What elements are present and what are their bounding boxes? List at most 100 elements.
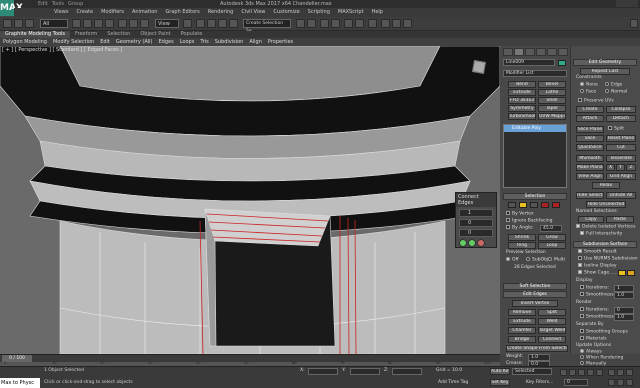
iterations-field[interactable]: 1 (614, 285, 634, 292)
y-coord-field[interactable] (350, 368, 380, 375)
select-object-icon[interactable] (72, 19, 81, 28)
by-vertex-checkbox[interactable]: By Vertex (506, 211, 534, 218)
make-planar-button[interactable]: Make Planar (576, 164, 604, 171)
current-frame-field[interactable]: 0 (564, 379, 588, 386)
hide-selected-button[interactable]: Hide Selected (576, 192, 604, 199)
auto-key-button[interactable]: Auto Key (490, 368, 510, 375)
ring-button[interactable]: Ring (508, 242, 536, 249)
go-end-icon[interactable] (596, 369, 603, 376)
object-color-swatch[interactable] (558, 60, 566, 66)
ribbon-tris[interactable]: Tris (197, 38, 211, 46)
connect-slide-field[interactable]: 0 (459, 229, 493, 237)
remove-button[interactable]: Remove (508, 309, 536, 316)
connect-segments-field[interactable]: 1 (459, 209, 493, 217)
orbit-icon[interactable] (626, 379, 633, 386)
layer-icon[interactable] (320, 19, 329, 28)
paste-button[interactable]: Paste (606, 216, 634, 223)
edit-geometry-header[interactable]: Edit Geometry (573, 59, 637, 66)
viewport-label[interactable]: [ + ] [ Perspective ] [ Standard ] [ Edg… (2, 47, 122, 53)
grid-align-button[interactable]: Grid Align (606, 173, 636, 180)
menu-help[interactable]: Help (368, 8, 387, 17)
spinner-snap-icon[interactable] (229, 19, 238, 28)
rendered-frame-icon[interactable] (392, 19, 401, 28)
modifier-extrude-button[interactable]: Extrude (508, 89, 536, 96)
curve-editor-icon[interactable] (344, 19, 353, 28)
split-edge-button[interactable]: Split (538, 309, 566, 316)
render-icon[interactable] (403, 19, 412, 28)
grow-button[interactable]: Grow (538, 234, 566, 241)
selection-rollout-header[interactable]: Selection (503, 193, 567, 200)
zoom-all-icon[interactable] (617, 369, 624, 376)
go-start-icon[interactable] (560, 369, 567, 376)
create-shape-button[interactable]: Create Shape From Selection (506, 345, 568, 352)
subdivision-surface-header[interactable]: Subdivision Surface (573, 241, 637, 248)
menu-animation[interactable]: Animation (128, 8, 162, 17)
planar-y-button[interactable]: Y (616, 164, 625, 171)
window-controls[interactable] (616, 0, 638, 7)
edge-mode-icon[interactable] (519, 202, 527, 208)
tab-populate[interactable]: Populate (176, 31, 208, 38)
cancel-icon[interactable] (477, 239, 485, 247)
constraint-normal-radio[interactable]: Normal (605, 89, 627, 96)
reset-plane-button[interactable]: Reset Plane (606, 135, 636, 142)
stack-item-editable-poly[interactable]: Editable Poly (504, 125, 566, 132)
target-weld-button[interactable]: Target Weld (538, 327, 566, 334)
ribbon-icon[interactable] (331, 19, 340, 28)
soft-selection-header[interactable]: Soft Selection (503, 283, 567, 290)
render-iterations-checkbox[interactable]: Iterations: (580, 307, 609, 314)
menu-graph-editors[interactable]: Graph Editors (161, 8, 203, 17)
split-checkbox[interactable]: Split (608, 126, 624, 133)
title-menu-tools[interactable]: Tools (52, 1, 64, 7)
shrink-button[interactable]: Shrink (508, 234, 536, 241)
bridge-button[interactable]: Bridge (508, 336, 536, 343)
x-coord-field[interactable] (308, 368, 338, 375)
slice-plane-button[interactable]: Slice Plane (576, 126, 604, 133)
menu-maxscript[interactable]: MAXScript (334, 8, 368, 17)
msmooth-button[interactable]: MSmooth (576, 155, 604, 162)
collapse-button[interactable]: Collapse (606, 106, 636, 113)
zoom-icon[interactable] (608, 369, 615, 376)
object-name-field[interactable]: Line009 (503, 59, 555, 66)
zoom-extents-icon[interactable] (626, 369, 633, 376)
window-crossing-icon[interactable] (105, 19, 114, 28)
use-nurms-checkbox[interactable]: Use NURMS Subdivision (578, 256, 638, 263)
isoline-display-checkbox[interactable]: Isoline Display (578, 263, 617, 270)
smoothing-groups-checkbox[interactable]: Smoothing Groups (580, 329, 628, 336)
tab-graphite-modeling[interactable]: Graphite Modeling Tools (0, 31, 71, 38)
render-setup-icon[interactable] (381, 19, 390, 28)
polygon-mode-icon[interactable] (541, 202, 549, 208)
full-interactivity-checkbox[interactable]: Full Interactivity (580, 231, 622, 238)
selection-filter-dropdown[interactable]: All (40, 19, 68, 28)
undo-icon[interactable] (3, 19, 12, 28)
chamfer-button[interactable]: Chamfer (508, 327, 536, 334)
add-time-tag[interactable]: Add Time Tag (438, 380, 468, 386)
named-selection-dropdown[interactable]: Create Selection Se (243, 19, 291, 34)
time-slider[interactable]: 0 / 100 (0, 354, 500, 362)
ignore-backfacing-checkbox[interactable]: Ignore Backfacing (506, 218, 552, 225)
tessellate-button[interactable]: Tessellate (606, 155, 636, 162)
hide-unselected-button[interactable]: Hide Unselected (586, 201, 626, 208)
apply-icon[interactable] (468, 239, 476, 247)
modifier-ffd-button[interactable]: FFD 3x3x3 (508, 97, 536, 104)
edit-edges-header[interactable]: Edit Edges (503, 291, 567, 298)
ref-coord-dropdown[interactable]: View (155, 19, 179, 28)
title-menu-edit[interactable]: Edit (38, 1, 48, 7)
constraint-none-radio[interactable]: None (580, 82, 598, 89)
create-button[interactable]: Create (576, 106, 604, 113)
motion-tab-icon[interactable] (536, 48, 546, 56)
title-menu-group[interactable]: Group (68, 1, 83, 7)
modifier-symmetry-button[interactable]: Symmetry (508, 105, 536, 112)
slice-button[interactable]: Slice (576, 135, 604, 142)
delete-isolated-checkbox[interactable]: Delete Isolated Vertices (576, 224, 635, 231)
prev-frame-icon[interactable] (569, 369, 576, 376)
modifier-bevel-button[interactable]: Bevel (538, 81, 566, 88)
scale-icon[interactable] (140, 19, 149, 28)
menu-create[interactable]: Create (72, 8, 97, 17)
tab-object-paint[interactable]: Object Paint (135, 31, 175, 38)
menu-civil-view[interactable]: Civil View (237, 8, 269, 17)
modifier-list-dropdown[interactable]: Modifier List (503, 70, 567, 77)
unhide-all-button[interactable]: Unhide All (606, 192, 636, 199)
view-align-button[interactable]: View Align (576, 173, 604, 180)
tab-freeform[interactable]: Freeform (70, 31, 102, 38)
extrude-button[interactable]: Extrude (508, 318, 536, 325)
